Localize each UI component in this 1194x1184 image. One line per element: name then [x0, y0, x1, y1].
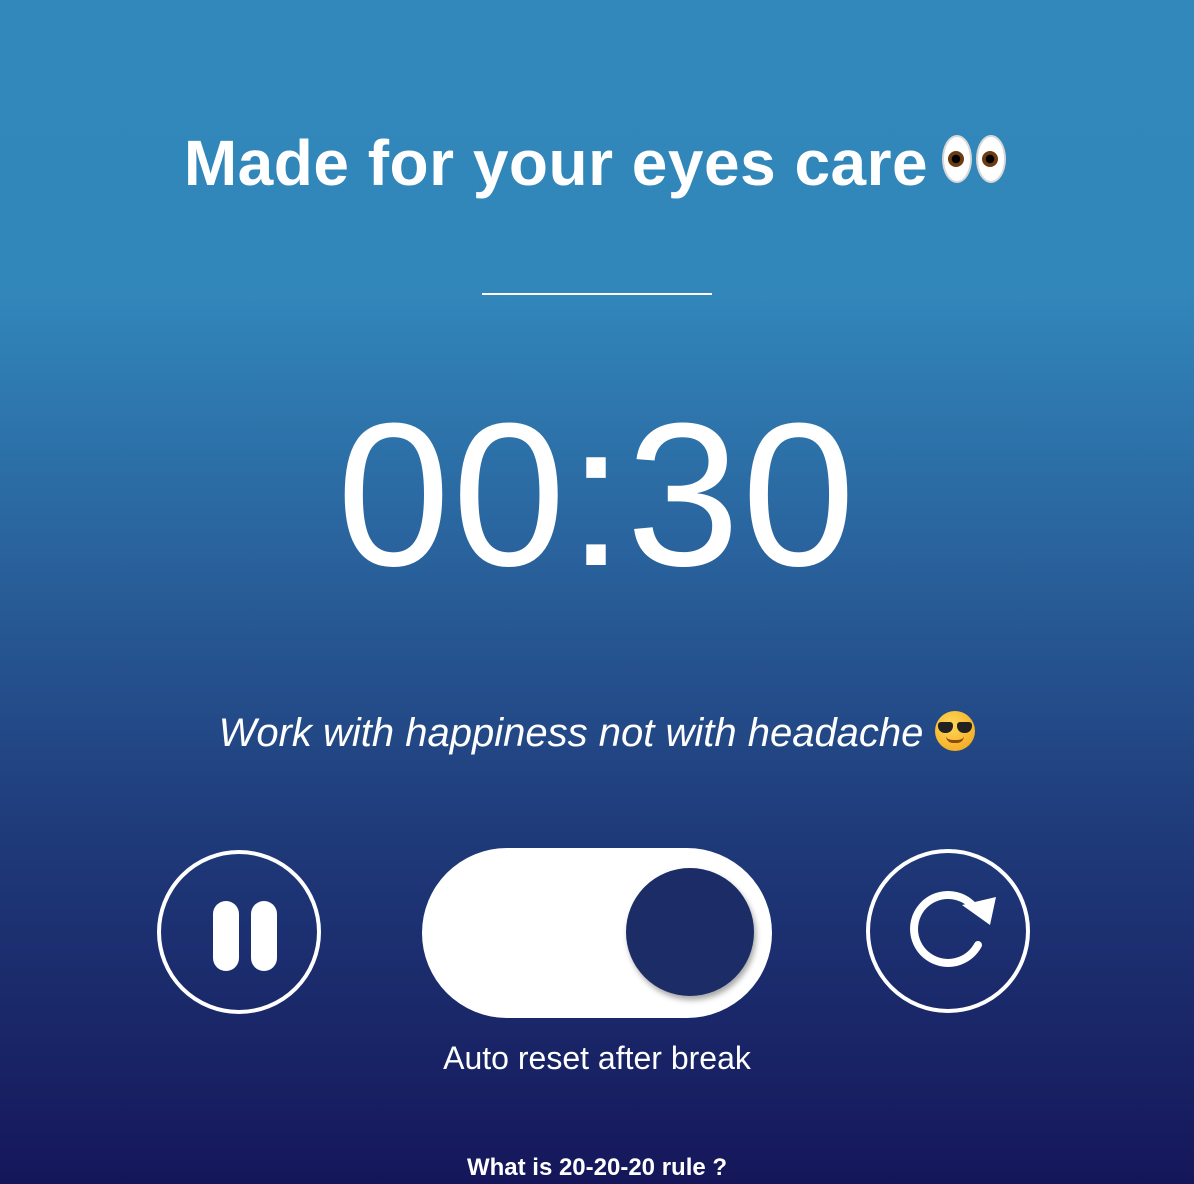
tagline-text: Work with happiness not with headache: [218, 711, 924, 755]
left-eye-shape: [942, 135, 973, 184]
auto-reset-toggle[interactable]: [422, 848, 772, 1018]
refresh-icon: [910, 890, 996, 967]
page-title: Made for your eyes care: [0, 118, 1194, 208]
sunglasses-emoji-icon: [935, 711, 976, 752]
pause-button[interactable]: [157, 850, 321, 1014]
title-divider: [482, 293, 712, 295]
rule-info-link[interactable]: What is 20-20-20 rule ?: [0, 1152, 1194, 1184]
eyes-emoji-icon: [942, 135, 1010, 189]
pause-icon: [213, 901, 239, 971]
page-title-text: Made for your eyes care: [183, 127, 929, 199]
toggle-knob: [626, 868, 754, 996]
reset-button[interactable]: [866, 849, 1030, 1013]
tagline: Work with happiness not with headache: [0, 708, 1194, 758]
countdown-timer: 00:30: [336, 381, 858, 609]
right-eye-shape: [976, 135, 1007, 184]
pause-icon-bar: [251, 901, 277, 971]
auto-reset-label: Auto reset after break: [443, 1040, 751, 1076]
